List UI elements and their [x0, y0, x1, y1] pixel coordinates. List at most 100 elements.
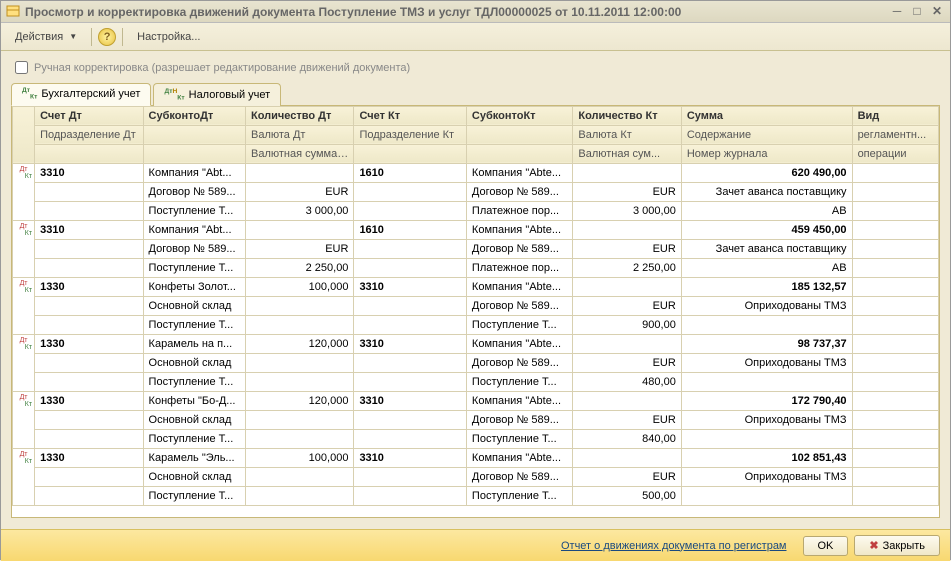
- col-subheader[interactable]: регламентн...: [852, 125, 938, 144]
- col-header[interactable]: Количество Кт: [573, 106, 681, 125]
- table-cell[interactable]: [245, 410, 353, 429]
- table-cell[interactable]: [852, 182, 938, 201]
- table-cell[interactable]: [35, 467, 143, 486]
- table-cell[interactable]: 500,00: [573, 486, 681, 505]
- table-cell[interactable]: Оприходованы ТМЗ: [681, 296, 852, 315]
- table-cell[interactable]: 1610: [354, 163, 466, 182]
- table-cell[interactable]: [245, 163, 353, 182]
- table-cell[interactable]: Конфеты Золот...: [143, 277, 245, 296]
- table-cell[interactable]: Платежное пор...: [466, 201, 572, 220]
- table-cell[interactable]: Поступление Т...: [143, 486, 245, 505]
- table-cell[interactable]: [852, 353, 938, 372]
- table-cell[interactable]: Поступление Т...: [143, 429, 245, 448]
- table-cell[interactable]: Договор № 589...: [466, 182, 572, 201]
- table-cell[interactable]: 102 851,43: [681, 448, 852, 467]
- table-cell[interactable]: Поступление Т...: [466, 429, 572, 448]
- table-cell[interactable]: 1330: [35, 334, 143, 353]
- table-cell[interactable]: Компания "Abt...: [143, 220, 245, 239]
- col-subheader[interactable]: операции: [852, 144, 938, 163]
- table-cell[interactable]: [245, 467, 353, 486]
- manual-edit-checkbox[interactable]: [15, 61, 28, 74]
- table-cell[interactable]: 2 250,00: [573, 258, 681, 277]
- table-cell[interactable]: [852, 220, 938, 239]
- table-cell[interactable]: [354, 353, 466, 372]
- table-cell[interactable]: Оприходованы ТМЗ: [681, 353, 852, 372]
- col-header[interactable]: СубконтоКт: [466, 106, 572, 125]
- table-cell[interactable]: 459 450,00: [681, 220, 852, 239]
- table-cell[interactable]: Компания "Abte...: [466, 391, 572, 410]
- col-header[interactable]: Сумма: [681, 106, 852, 125]
- table-cell[interactable]: АВ: [681, 258, 852, 277]
- table-cell[interactable]: [354, 486, 466, 505]
- table-cell[interactable]: Зачет аванса поставщику: [681, 239, 852, 258]
- table-cell[interactable]: Договор № 589...: [466, 296, 572, 315]
- table-row[interactable]: ДтКт3310Компания "Abt...1610Компания "Ab…: [13, 220, 939, 239]
- table-row[interactable]: Основной склад Договор № 589...EURОприход…: [13, 296, 939, 315]
- col-header[interactable]: СубконтоДт: [143, 106, 245, 125]
- table-cell[interactable]: [852, 277, 938, 296]
- minimize-button[interactable]: ─: [888, 4, 906, 20]
- table-cell[interactable]: [681, 486, 852, 505]
- col-subheader[interactable]: Подразделение Дт: [35, 125, 143, 144]
- table-cell[interactable]: [354, 201, 466, 220]
- table-cell[interactable]: Компания "Abte...: [466, 277, 572, 296]
- table-cell[interactable]: [573, 448, 681, 467]
- table-cell[interactable]: [852, 410, 938, 429]
- table-row[interactable]: ДтКт1330Карамель на п...120,0003310Компа…: [13, 334, 939, 353]
- table-cell[interactable]: [245, 429, 353, 448]
- table-cell[interactable]: Оприходованы ТМЗ: [681, 410, 852, 429]
- table-cell[interactable]: [245, 353, 353, 372]
- table-cell[interactable]: [354, 372, 466, 391]
- table-cell[interactable]: [35, 239, 143, 258]
- col-subheader[interactable]: Подразделение Кт: [354, 125, 466, 144]
- table-cell[interactable]: [35, 182, 143, 201]
- table-cell[interactable]: 172 790,40: [681, 391, 852, 410]
- table-cell[interactable]: Карамель "Эль...: [143, 448, 245, 467]
- table-cell[interactable]: Основной склад: [143, 296, 245, 315]
- table-cell[interactable]: EUR: [573, 296, 681, 315]
- table-cell[interactable]: Компания "Abte...: [466, 220, 572, 239]
- table-cell[interactable]: Основной склад: [143, 467, 245, 486]
- table-cell[interactable]: Поступление Т...: [466, 372, 572, 391]
- table-cell[interactable]: EUR: [573, 239, 681, 258]
- tab-accounting[interactable]: ДтКт Бухгалтерский учет: [11, 83, 151, 106]
- table-cell[interactable]: Договор № 589...: [143, 182, 245, 201]
- table-cell[interactable]: Карамель на п...: [143, 334, 245, 353]
- table-cell[interactable]: 120,000: [245, 334, 353, 353]
- table-row[interactable]: Договор № 589...EURДоговор № 589...EURЗа…: [13, 182, 939, 201]
- table-row[interactable]: Поступление Т...Поступление Т...900,00: [13, 315, 939, 334]
- table-cell[interactable]: 620 490,00: [681, 163, 852, 182]
- table-cell[interactable]: Компания "Abte...: [466, 163, 572, 182]
- table-cell[interactable]: 3 000,00: [245, 201, 353, 220]
- table-cell[interactable]: [35, 410, 143, 429]
- table-cell[interactable]: АВ: [681, 201, 852, 220]
- table-cell[interactable]: [852, 334, 938, 353]
- data-grid[interactable]: Счет Дт СубконтоДт Количество Дт Счет Кт…: [11, 106, 940, 518]
- table-cell[interactable]: [245, 220, 353, 239]
- table-cell[interactable]: [354, 296, 466, 315]
- table-cell[interactable]: [852, 486, 938, 505]
- table-cell[interactable]: 3310: [354, 391, 466, 410]
- table-cell[interactable]: Договор № 589...: [466, 410, 572, 429]
- table-cell[interactable]: Поступление Т...: [143, 372, 245, 391]
- table-cell[interactable]: [573, 334, 681, 353]
- table-cell[interactable]: 3310: [35, 220, 143, 239]
- table-cell[interactable]: 1610: [354, 220, 466, 239]
- table-cell[interactable]: 100,000: [245, 448, 353, 467]
- table-cell[interactable]: [354, 182, 466, 201]
- table-cell[interactable]: [35, 296, 143, 315]
- table-cell[interactable]: Поступление Т...: [466, 486, 572, 505]
- close-window-button[interactable]: ✕: [928, 4, 946, 20]
- table-cell[interactable]: Конфеты "Бо-Д...: [143, 391, 245, 410]
- table-cell[interactable]: [852, 467, 938, 486]
- table-cell[interactable]: [245, 372, 353, 391]
- table-cell[interactable]: 840,00: [573, 429, 681, 448]
- table-cell[interactable]: [35, 486, 143, 505]
- col-header[interactable]: Количество Дт: [245, 106, 353, 125]
- table-row[interactable]: Поступление Т...Поступление Т...840,00: [13, 429, 939, 448]
- maximize-button[interactable]: □: [908, 4, 926, 20]
- table-cell[interactable]: 3310: [354, 277, 466, 296]
- table-cell[interactable]: [852, 163, 938, 182]
- table-cell[interactable]: 1330: [35, 448, 143, 467]
- report-link[interactable]: Отчет о движениях документа по регистрам: [561, 540, 787, 552]
